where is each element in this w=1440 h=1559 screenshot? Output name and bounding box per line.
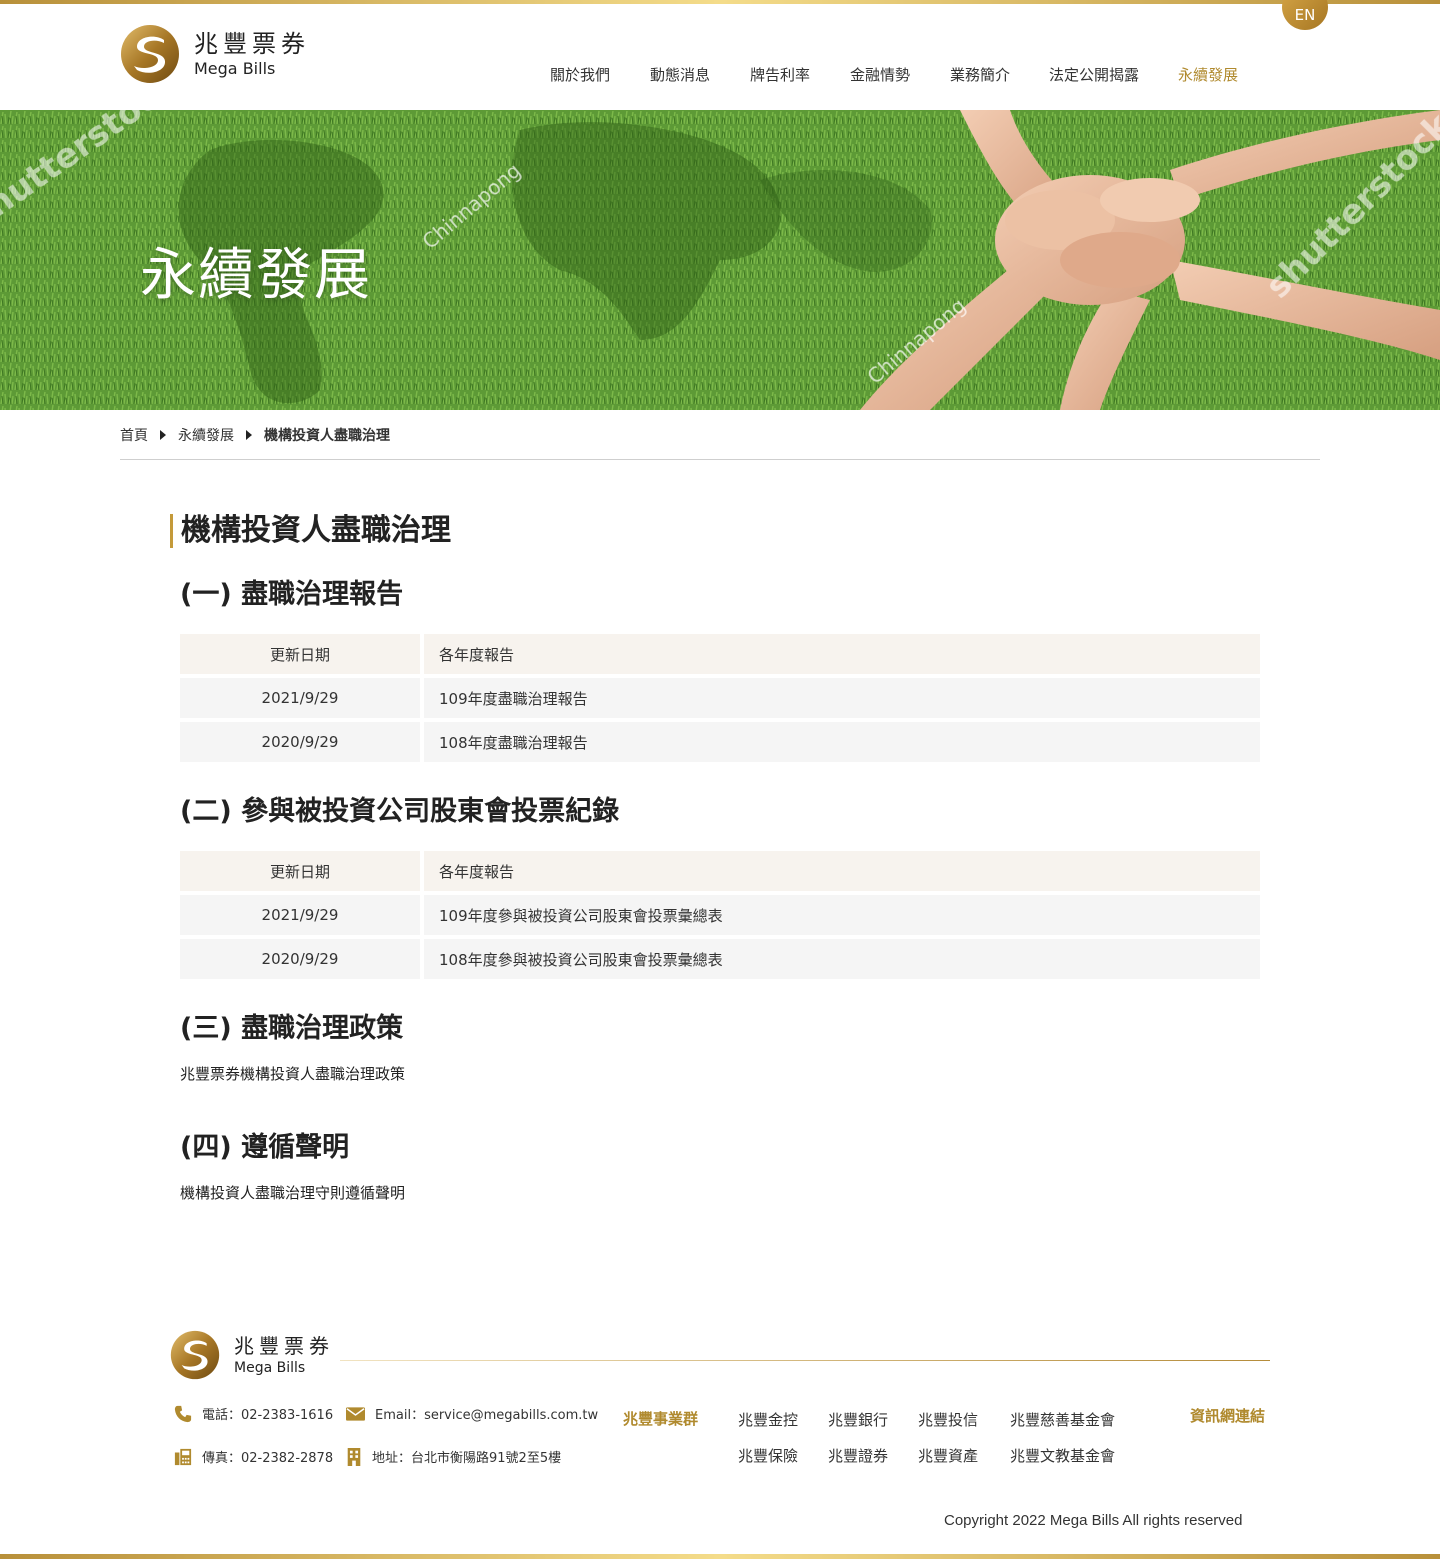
email-text: Email：service@megabills.com.tw xyxy=(375,1408,599,1423)
policy-link[interactable]: 兆豐票券機構投資人盡職治理政策 xyxy=(180,1063,405,1084)
header-date: 更新日期 xyxy=(180,634,420,674)
footer-divider xyxy=(340,1360,1270,1361)
breadcrumb-sustainability[interactable]: 永續發展 xyxy=(178,425,234,445)
section-title-voting: (二) 參與被投資公司股東會投票紀錄 xyxy=(180,796,620,827)
group-link-holdings[interactable]: 兆豐金控 xyxy=(738,1409,798,1430)
banner-title: 永續發展 xyxy=(140,243,372,308)
header-report: 各年度報告 xyxy=(424,634,1260,674)
row-date: 2021/9/29 xyxy=(180,678,420,718)
logo-english-name: Mega Bills xyxy=(194,59,276,78)
footer-logo[interactable]: 兆豐票券 Mega Bills xyxy=(170,1330,334,1380)
logo-chinese-name: 兆豐票券 xyxy=(194,30,310,58)
mega-bills-logo-icon xyxy=(121,25,179,83)
breadcrumb-divider xyxy=(120,459,1320,460)
envelope-icon xyxy=(346,1406,365,1421)
breadcrumb-arrow-icon xyxy=(160,430,166,440)
row-report-link[interactable]: 109年度參與被投資公司股東會投票彙總表 xyxy=(424,895,1260,935)
phone-text: 電話：02-2383-1616 xyxy=(202,1408,334,1423)
footer-email[interactable]: Email：service@megabills.com.tw xyxy=(346,1404,598,1423)
group-link-bank[interactable]: 兆豐銀行 xyxy=(828,1409,888,1430)
phone-icon xyxy=(174,1405,192,1422)
address-text: 地址：台北市衡陽路91號2至5樓 xyxy=(372,1451,562,1466)
language-en-label: EN xyxy=(1294,6,1316,24)
footer-logo-chinese-name: 兆豐票券 xyxy=(234,1334,334,1358)
nav-item-rates[interactable]: 牌告利率 xyxy=(750,64,810,85)
info-links-title[interactable]: 資訊網連結 xyxy=(1190,1405,1265,1426)
group-link-culture-foundation[interactable]: 兆豐文教基金會 xyxy=(1010,1445,1115,1466)
table-header-row: 更新日期 各年度報告 xyxy=(180,851,1260,891)
nav-item-sustainability[interactable]: 永續發展 xyxy=(1178,64,1238,85)
row-report-link[interactable]: 108年度盡職治理報告 xyxy=(424,722,1260,762)
copyright-text: Copyright 2022 Mega Bills All rights res… xyxy=(944,1512,1243,1529)
compliance-statement-link[interactable]: 機構投資人盡職治理守則遵循聲明 xyxy=(180,1182,405,1203)
nav-item-financial[interactable]: 金融情勢 xyxy=(850,64,910,85)
section-title-compliance: (四) 遵循聲明 xyxy=(180,1132,350,1163)
voting-table: 更新日期 各年度報告 2021/9/29 109年度參與被投資公司股東會投票彙總… xyxy=(180,851,1260,983)
header-report: 各年度報告 xyxy=(424,851,1260,891)
hero-banner: shutterstock shutterstock Chinnapong Chi… xyxy=(0,110,1440,410)
breadcrumb-current: 機構投資人盡職治理 xyxy=(264,428,390,444)
section-title-report: (一) 盡職治理報告 xyxy=(180,579,404,610)
nav-item-disclosure[interactable]: 法定公開揭露 xyxy=(1049,64,1139,85)
group-link-charity-foundation[interactable]: 兆豐慈善基金會 xyxy=(1010,1409,1115,1430)
footer-address: 地址：台北市衡陽路91號2至5樓 xyxy=(346,1447,561,1466)
mega-bills-logo-icon xyxy=(170,1330,220,1380)
breadcrumb: 首頁 永續發展 機構投資人盡職治理 xyxy=(120,425,390,445)
table-header-row: 更新日期 各年度報告 xyxy=(180,634,1260,674)
fax-icon xyxy=(174,1448,192,1465)
page-title: 機構投資人盡職治理 xyxy=(170,514,451,548)
nav-item-news[interactable]: 動態消息 xyxy=(650,64,710,85)
row-report-link[interactable]: 108年度參與被投資公司股東會投票彙總表 xyxy=(424,939,1260,979)
group-link-asset-management[interactable]: 兆豐資產 xyxy=(918,1445,978,1466)
report-table: 更新日期 各年度報告 2021/9/29 109年度盡職治理報告 2020/9/… xyxy=(180,634,1260,766)
nav-item-business[interactable]: 業務簡介 xyxy=(950,64,1010,85)
table-row: 2020/9/29 108年度參與被投資公司股東會投票彙總表 xyxy=(180,939,1260,979)
row-date: 2020/9/29 xyxy=(180,722,420,762)
footer-fax: 傳真：02-2382-2878 xyxy=(174,1447,333,1466)
footer-phone: 電話：02-2383-1616 xyxy=(174,1404,333,1423)
group-link-insurance[interactable]: 兆豐保險 xyxy=(738,1445,798,1466)
fax-text: 傳真：02-2382-2878 xyxy=(202,1451,334,1466)
table-row: 2020/9/29 108年度盡職治理報告 xyxy=(180,722,1260,762)
footer-logo-english-name: Mega Bills xyxy=(234,1360,306,1376)
table-row: 2021/9/29 109年度盡職治理報告 xyxy=(180,678,1260,718)
header-date: 更新日期 xyxy=(180,851,420,891)
table-row: 2021/9/29 109年度參與被投資公司股東會投票彙總表 xyxy=(180,895,1260,935)
row-report-link[interactable]: 109年度盡職治理報告 xyxy=(424,678,1260,718)
row-date: 2021/9/29 xyxy=(180,895,420,935)
language-en-button[interactable]: EN xyxy=(1282,0,1328,30)
site-logo[interactable]: 兆豐票券 Mega Bills xyxy=(120,24,310,84)
group-link-securities[interactable]: 兆豐證券 xyxy=(828,1445,888,1466)
top-gold-bar xyxy=(0,0,1440,4)
row-date: 2020/9/29 xyxy=(180,939,420,979)
group-companies-title: 兆豐事業群 xyxy=(623,1410,699,1428)
bottom-gold-bar xyxy=(0,1554,1440,1559)
nav-item-about[interactable]: 關於我們 xyxy=(550,64,610,85)
group-link-investment-trust[interactable]: 兆豐投信 xyxy=(918,1409,978,1430)
breadcrumb-home[interactable]: 首頁 xyxy=(120,425,148,445)
section-title-policy: (三) 盡職治理政策 xyxy=(180,1013,404,1044)
building-icon xyxy=(347,1447,361,1466)
breadcrumb-arrow-icon xyxy=(246,430,252,440)
